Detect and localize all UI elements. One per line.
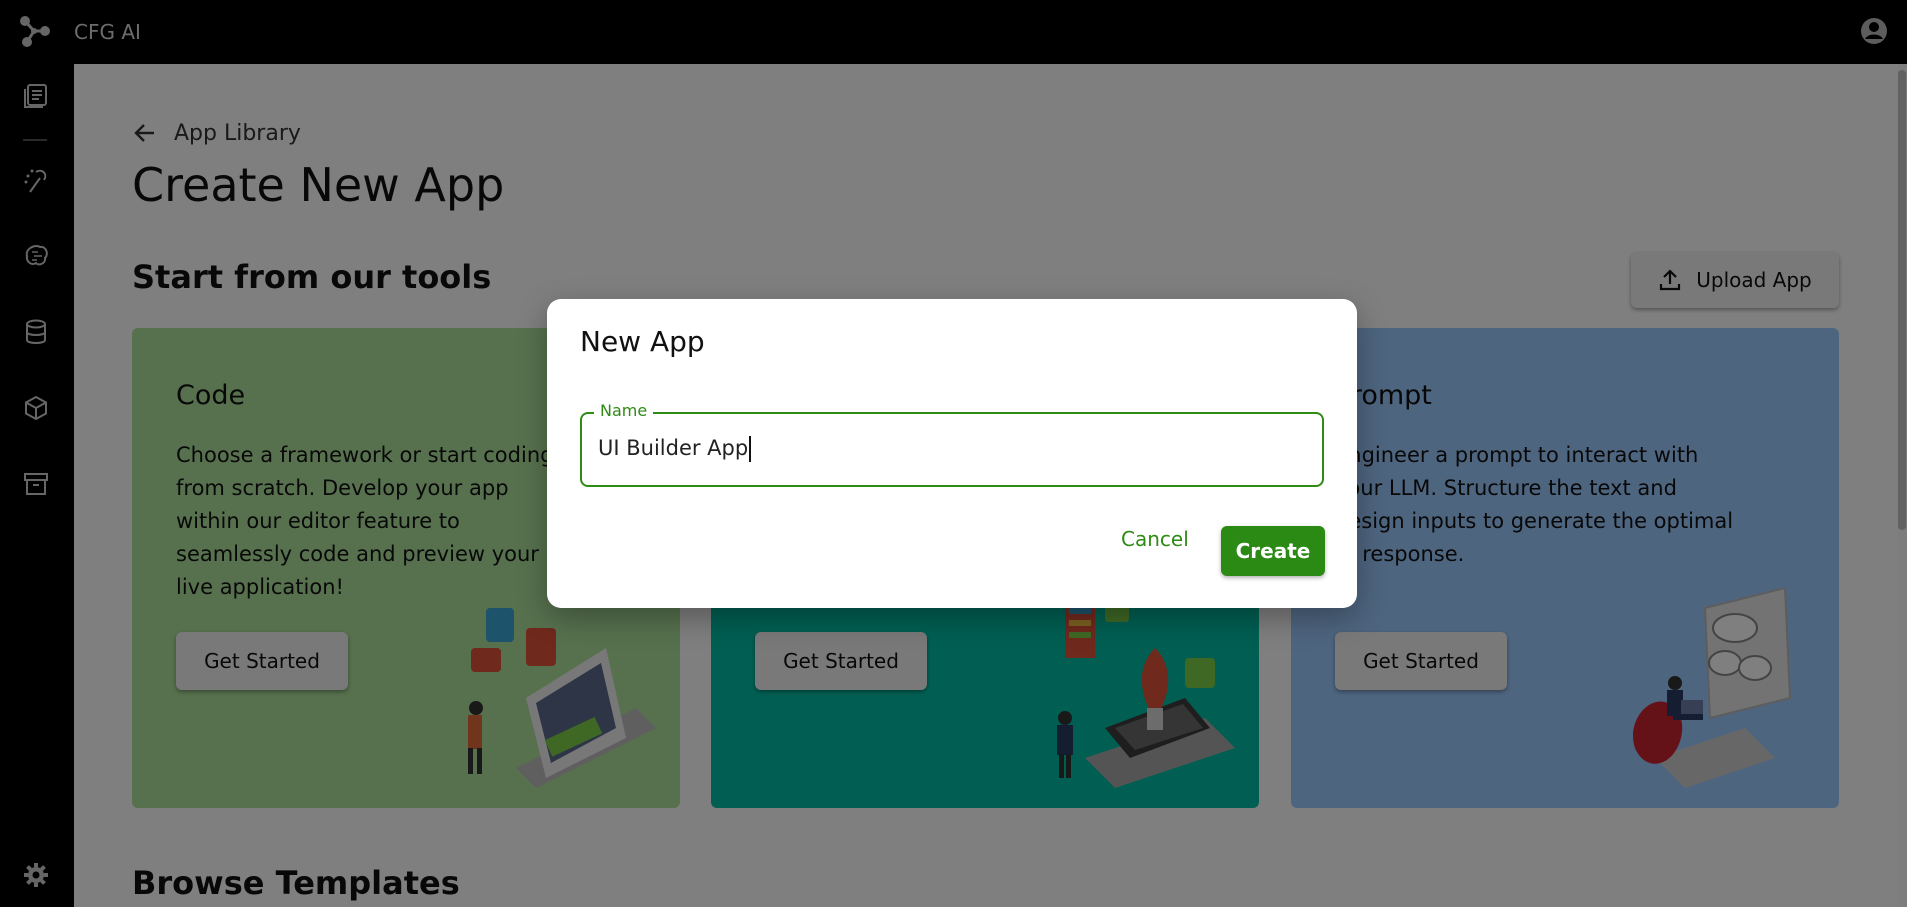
name-field-label: Name — [594, 401, 654, 420]
cancel-button[interactable]: Cancel — [1121, 527, 1189, 551]
name-input[interactable]: UI Builder App — [598, 436, 1298, 462]
name-field[interactable]: Name UI Builder App — [580, 401, 1324, 487]
create-button[interactable]: Create — [1221, 526, 1325, 576]
dialog-title: New App — [580, 325, 705, 358]
text-caret — [749, 436, 752, 462]
name-input-value: UI Builder App — [598, 436, 749, 460]
new-app-dialog: New App Name UI Builder App Cancel Creat… — [547, 299, 1357, 608]
